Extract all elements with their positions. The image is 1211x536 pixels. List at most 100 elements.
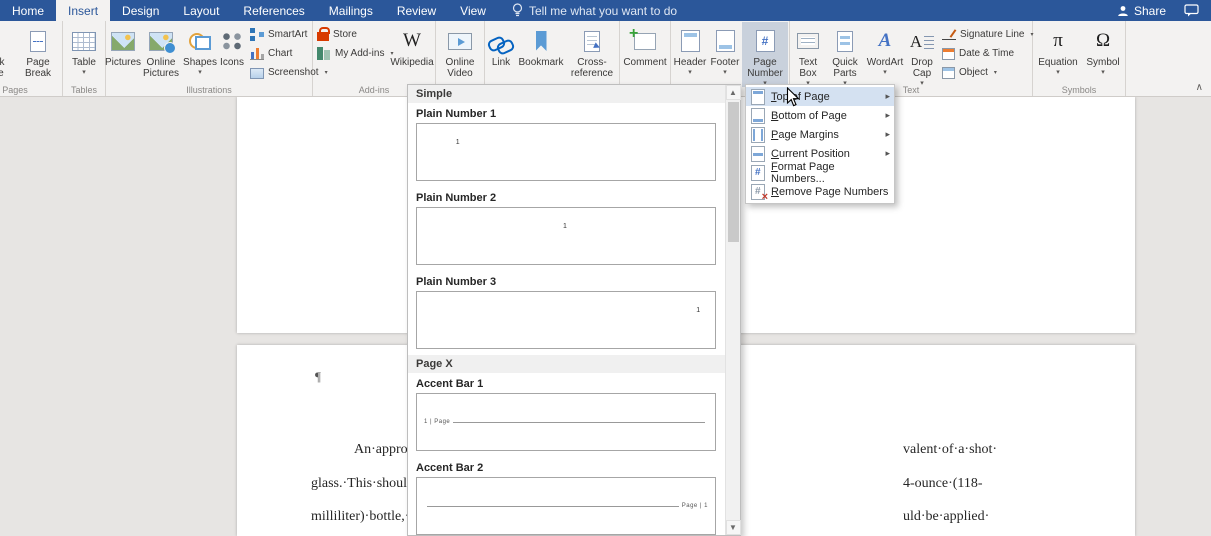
page-break-label: Page Break — [24, 57, 52, 79]
online-pictures-button[interactable]: Online Pictures — [139, 22, 183, 79]
equation-button[interactable]: π Equation ▾ — [1034, 22, 1082, 77]
bottom-of-page-icon — [751, 107, 765, 124]
comments-pane-icon[interactable] — [1184, 4, 1199, 17]
accent-bar-line — [427, 505, 679, 507]
illustrations-group-label: Illustrations — [186, 85, 232, 95]
gallery-section-simple: Simple — [408, 85, 725, 103]
gallery-scrollbar[interactable]: ▲ ▼ — [725, 85, 741, 535]
cross-reference-button[interactable]: Cross-reference — [566, 22, 618, 79]
submenu-arrow-icon: ▸ — [885, 129, 890, 139]
quick-parts-label: Quick Parts — [832, 57, 858, 79]
signature-line-button[interactable]: Signature Line ▾ — [939, 25, 1034, 44]
dropdown-arrow-icon: ▾ — [198, 69, 202, 76]
menu-item-remove-page-numbers[interactable]: Remove Page Numbers — [746, 182, 894, 203]
quick-parts-button[interactable]: Quick Parts ▾ — [825, 22, 865, 87]
header-button[interactable]: Header ▾ — [672, 22, 708, 76]
blank-page-button[interactable]: Blank Page — [0, 22, 15, 79]
quick-parts-icon — [837, 30, 853, 52]
gallery-item-accent-bar-1[interactable]: Accent Bar 1 1 | Page — [408, 373, 725, 451]
tab-design[interactable]: Design — [110, 0, 171, 21]
pictures-button[interactable]: Pictures — [105, 22, 141, 68]
table-label: Table — [72, 57, 96, 68]
drop-cap-button[interactable]: A Drop Cap ▾ — [905, 22, 939, 87]
menu-item-bottom-of-page[interactable]: Bottom of Page ▸ — [746, 106, 894, 125]
wikipedia-button[interactable]: W Wikipedia — [390, 22, 434, 69]
text-box-button[interactable]: Text Box ▾ — [791, 22, 825, 87]
page-number-button[interactable]: # Page Number ▾ — [742, 22, 788, 87]
date-time-button[interactable]: Date & Time — [939, 44, 1031, 63]
icons-icon — [221, 31, 243, 51]
pages-group-label: Pages — [2, 85, 28, 95]
online-pictures-icon — [149, 31, 176, 54]
dropdown-arrow-icon: ▾ — [883, 69, 887, 76]
scroll-down-button[interactable]: ▼ — [725, 520, 741, 535]
doc-text-line3-right: uld·be·applied· — [903, 509, 990, 524]
text-box-icon — [797, 33, 819, 49]
page-break-button[interactable]: Page Break — [15, 22, 61, 79]
collapse-ribbon-button[interactable]: ∧ — [1196, 82, 1203, 93]
symbol-button[interactable]: Ω Symbol ▾ — [1082, 22, 1124, 77]
menu-item-format-page-numbers[interactable]: Format Page Numbers... — [746, 161, 894, 185]
chart-button[interactable]: Chart — [247, 44, 311, 63]
tab-view[interactable]: View — [448, 0, 498, 21]
accent-bar-line — [453, 421, 705, 423]
blank-page-label: Blank Page — [0, 57, 15, 79]
link-button[interactable]: Link — [486, 22, 516, 68]
icons-button[interactable]: Icons — [217, 22, 247, 68]
gallery-item-accent-bar-2[interactable]: Accent Bar 2 Page | 1 — [408, 457, 725, 535]
page-break-icon — [30, 30, 46, 52]
bookmark-button[interactable]: Bookmark — [516, 22, 566, 68]
footer-button[interactable]: Footer ▾ — [708, 22, 742, 76]
mouse-cursor — [786, 87, 800, 107]
tab-references[interactable]: References — [231, 0, 316, 21]
my-addins-button[interactable]: My Add-ins ▾ — [314, 44, 393, 63]
store-icon — [317, 27, 330, 41]
object-button[interactable]: Object ▾ — [939, 63, 1031, 82]
wikipedia-label: Wikipedia — [390, 57, 434, 68]
plain-number-1-preview: 1 — [416, 123, 716, 181]
dropdown-arrow-icon: ▾ — [723, 69, 727, 76]
illustrations-stack: SmartArt Chart Screenshot ▾ — [247, 22, 328, 82]
object-label: Object — [959, 67, 988, 78]
bookmark-icon — [535, 31, 547, 51]
menu-item-page-margins[interactable]: Page Margins ▸ — [746, 125, 894, 144]
shapes-button[interactable]: Shapes ▾ — [183, 22, 217, 76]
wordart-button[interactable]: A WordArt ▾ — [865, 22, 905, 77]
tab-layout[interactable]: Layout — [171, 0, 231, 21]
dropdown-arrow-icon: ▾ — [1056, 69, 1060, 76]
comment-button[interactable]: Comment — [621, 22, 669, 69]
online-pictures-label: Online Pictures — [142, 57, 180, 79]
link-label: Link — [491, 57, 511, 68]
share-label: Share — [1133, 3, 1166, 18]
gallery-item-plain-number-2[interactable]: Plain Number 2 1 — [408, 187, 725, 265]
tab-home[interactable]: Home — [0, 0, 56, 21]
scrollbar-thumb[interactable] — [727, 102, 739, 242]
ribbon-group-tables: Table ▾ Tables — [63, 21, 106, 96]
smartart-icon — [250, 28, 264, 41]
dropdown-arrow-icon: ▾ — [82, 69, 86, 76]
tell-me-label: Tell me what you want to do — [528, 3, 678, 18]
cross-reference-label: Cross-reference — [570, 57, 614, 79]
store-button[interactable]: Store — [314, 25, 390, 44]
ribbon-group-pages: Blank Page Page Break Pages — [0, 21, 63, 96]
link-icon — [488, 35, 514, 51]
format-page-numbers-icon — [751, 164, 765, 181]
screenshot-button[interactable]: Screenshot ▾ — [247, 63, 328, 82]
smartart-button[interactable]: SmartArt — [247, 25, 311, 44]
chart-label: Chart — [268, 48, 293, 59]
scroll-up-button[interactable]: ▲ — [725, 85, 741, 100]
accent-bar-2-preview: Page | 1 — [416, 477, 716, 535]
gallery-item-plain-number-3[interactable]: Plain Number 3 1 — [408, 271, 725, 349]
header-label: Header — [673, 57, 707, 68]
menu-item-top-of-page[interactable]: Top of Page ▸ — [746, 87, 894, 106]
tab-review[interactable]: Review — [385, 0, 448, 21]
wordart-label: WordArt — [866, 57, 904, 68]
gallery-item-plain-number-1[interactable]: Plain Number 1 1 — [408, 103, 725, 181]
share-button[interactable]: Share — [1117, 4, 1166, 18]
tab-mailings[interactable]: Mailings — [317, 0, 385, 21]
table-button[interactable]: Table ▾ — [64, 22, 104, 76]
plain-number-3-preview: 1 — [416, 291, 716, 349]
tab-insert[interactable]: Insert — [56, 0, 111, 21]
online-video-button[interactable]: Online Video — [437, 22, 483, 79]
tell-me-box[interactable]: Tell me what you want to do — [512, 0, 677, 21]
